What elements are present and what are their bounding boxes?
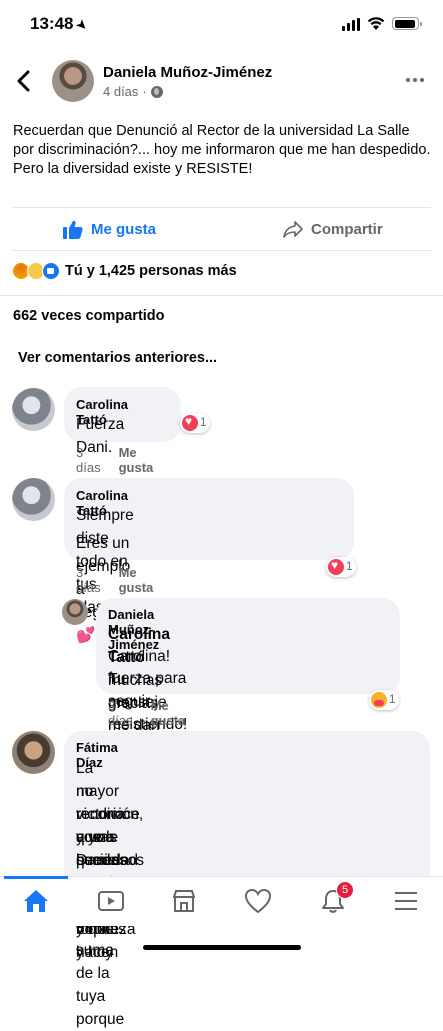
post-header: Daniela Muñoz-Jiménez 4 días · xyxy=(0,52,443,112)
author-name[interactable]: Daniela Muñoz-Jiménez xyxy=(103,64,272,81)
reaction-count: 1 xyxy=(389,694,396,706)
share-icon xyxy=(283,221,303,238)
post-meta: 4 días · xyxy=(103,84,163,99)
back-icon[interactable] xyxy=(14,66,38,96)
status-time: 13:48➤ xyxy=(30,14,92,34)
signal-icon xyxy=(342,18,360,31)
comment-time: 3 días xyxy=(76,565,101,595)
reaction-count: 1 xyxy=(346,561,353,573)
like-button[interactable]: Me gusta xyxy=(63,220,156,239)
love-reaction-icon xyxy=(182,414,198,431)
post-text: Recuerdan que Denunció al Rector de la u… xyxy=(13,122,433,179)
commenter-avatar[interactable] xyxy=(12,478,55,521)
reaction-summary[interactable]: Tú y 1,425 personas más xyxy=(12,262,237,280)
author-avatar[interactable] xyxy=(52,60,94,102)
watch-icon[interactable] xyxy=(93,885,129,917)
reaction-count: 1 xyxy=(200,417,207,429)
divider xyxy=(12,250,431,251)
wifi-icon xyxy=(367,17,385,30)
commenter-avatar[interactable] xyxy=(62,599,88,625)
marketplace-icon[interactable] xyxy=(166,885,202,917)
separator-dot: · xyxy=(142,84,147,99)
reaction-count: Tú y 1,425 personas más xyxy=(65,263,237,279)
like-reaction-icon xyxy=(42,262,60,280)
comment-reaction[interactable]: 1 xyxy=(326,557,357,577)
active-tab-indicator xyxy=(4,876,68,879)
care-reaction-icon xyxy=(371,692,387,708)
dating-icon[interactable] xyxy=(240,885,276,917)
love-reaction-icon xyxy=(328,558,344,575)
divider xyxy=(0,295,443,296)
share-count[interactable]: 662 veces compartido xyxy=(13,308,165,324)
comment-like-button[interactable]: Me gusta xyxy=(119,565,154,595)
share-label: Compartir xyxy=(311,220,383,238)
time-text: 13:48 xyxy=(30,14,74,33)
post-age[interactable]: 4 días xyxy=(103,84,138,99)
home-icon[interactable] xyxy=(18,885,54,917)
comment-footer: 3 días Me gusta xyxy=(108,698,185,728)
comment-like-button[interactable]: Me gusta xyxy=(151,698,186,728)
comment-time: 3 días xyxy=(76,445,101,475)
battery-icon xyxy=(392,17,422,30)
status-bar: 13:48➤ xyxy=(0,0,443,46)
home-indicator xyxy=(143,945,301,950)
like-icon xyxy=(63,220,83,239)
location-arrow-icon: ➤ xyxy=(74,16,92,34)
like-label: Me gusta xyxy=(91,221,157,238)
more-icon[interactable] xyxy=(406,78,424,82)
globe-icon xyxy=(150,85,163,98)
comment-reaction[interactable]: 1 xyxy=(180,413,211,433)
comment-footer: 3 días Me gusta xyxy=(76,445,153,475)
comment-reaction[interactable]: 1 xyxy=(369,690,400,710)
comment-footer: 3 días Me gusta xyxy=(76,565,153,595)
comment-time: 3 días xyxy=(108,698,133,728)
menu-icon[interactable] xyxy=(388,885,424,917)
commenter-avatar[interactable] xyxy=(12,388,55,431)
commenter-avatar[interactable] xyxy=(12,731,55,774)
bottom-tab-bar: 5 xyxy=(0,876,443,926)
post-body: Recuerdan que Denunció al Rector de la u… xyxy=(13,123,431,177)
comment-like-button[interactable]: Me gusta xyxy=(119,445,154,475)
post-actions: Me gusta Compartir xyxy=(0,208,443,250)
view-previous-comments[interactable]: Ver comentarios anteriores... xyxy=(18,350,217,366)
notification-badge: 5 xyxy=(336,881,354,899)
share-button[interactable]: Compartir xyxy=(283,220,383,238)
